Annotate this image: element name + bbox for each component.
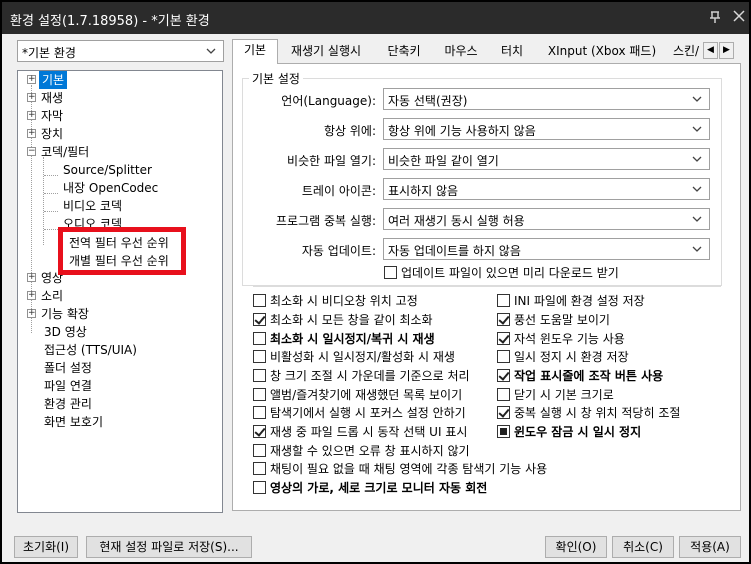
tree-item-file-association[interactable]: 파일 연결 — [44, 377, 194, 395]
settings-tree[interactable]: + 기본 + 재생 + 자막 + 장치 − 코덱/필터 Source/Split… — [17, 70, 223, 513]
preferences-window: 환경 설정(1.7.18958) - *기본 환경 *기본 환경 + 기본 + … — [0, 0, 751, 564]
option-minimize-fix-video-position[interactable]: 최소화 시 비디오창 위치 고정 — [253, 293, 493, 309]
option-chat-area-explorer[interactable]: 채팅이 필요 없을 때 채팅 영역에 각종 탐색기 기능 사용 — [253, 461, 653, 477]
option-save-to-ini[interactable]: INI 파일에 환경 설정 저장 — [497, 293, 717, 309]
expand-icon[interactable]: + — [27, 75, 36, 84]
tab-touch[interactable]: 터치 — [494, 41, 530, 63]
language-select[interactable]: 자동 선택(권장) — [383, 88, 710, 110]
close-icon[interactable] — [730, 10, 748, 26]
tree-item-screensaver[interactable]: 화면 보호기 — [44, 413, 194, 431]
apply-button[interactable]: 적용(A) — [679, 536, 741, 558]
option-minimize-all-windows[interactable]: 최소화 시 모든 창을 같이 최소화 — [253, 312, 493, 328]
tree-item-builtin-opencodec[interactable]: 내장 OpenCodec — [63, 179, 213, 197]
preset-value: *기본 환경 — [22, 46, 76, 60]
option-inactive-pause-resume[interactable]: 비활성화 시 일시정지/활성화 시 재생 — [253, 349, 493, 365]
expand-icon[interactable]: + — [27, 111, 36, 120]
chevron-down-icon — [691, 92, 703, 106]
tab-scroll-left-icon[interactable]: ◀ — [703, 42, 718, 59]
tree-item-folder-settings[interactable]: 폴더 설정 — [44, 359, 194, 377]
window-title: 환경 설정(1.7.18958) - *기본 환경 — [10, 14, 210, 29]
chevron-down-icon — [691, 182, 703, 196]
option-show-played-list[interactable]: 앨범/즐겨찾기에 재생했던 목록 보이기 — [253, 387, 493, 403]
expand-icon[interactable]: + — [27, 129, 36, 138]
option-resize-from-center[interactable]: 창 크기 조절 시 가운데를 기준으로 처리 — [253, 368, 493, 384]
tree-item-basic[interactable]: + 기본 — [27, 71, 147, 89]
option-minimize-pause-resume[interactable]: 최소화 시 일시정지/복귀 시 재생 — [253, 331, 493, 347]
tray-icon-select[interactable]: 표시하지 않음 — [383, 178, 710, 200]
option-auto-rotate-monitor[interactable]: 영상의 가로, 세로 크기로 모니터 자동 회전 — [253, 480, 653, 496]
preset-select[interactable]: *기본 환경 — [17, 40, 224, 62]
option-default-size-on-close[interactable]: 닫기 시 기본 크기로 — [497, 387, 717, 403]
cancel-button[interactable]: 취소(C) — [612, 536, 674, 558]
pin-icon[interactable] — [706, 10, 724, 26]
always-on-top-select[interactable]: 항상 위에 기능 사용하지 않음 — [383, 118, 710, 140]
multi-instance-label: 프로그램 중복 실행: — [276, 214, 376, 228]
tree-item-playback[interactable]: + 재생 — [27, 89, 177, 107]
divider — [253, 286, 721, 287]
ok-button[interactable]: 확인(O) — [545, 536, 607, 558]
tree-item-codec-filter[interactable]: − 코덱/필터 — [27, 143, 177, 161]
auto-update-label: 자동 업데이트: — [301, 244, 376, 258]
expand-icon[interactable]: + — [27, 93, 36, 102]
tab-on-launch[interactable]: 재생기 실행시 — [282, 41, 370, 63]
group-title: 기본 설정 — [249, 70, 303, 87]
reset-button[interactable]: 초기화(I) — [14, 536, 78, 558]
option-pause-on-lock[interactable]: 윈도우 잠금 시 일시 정지 — [497, 424, 717, 440]
update-predownload-checkbox[interactable]: 업데이트 파일이 있으면 미리 다운로드 받기 — [384, 265, 704, 281]
tab-mouse[interactable]: 마우스 — [438, 41, 484, 63]
chevron-down-icon — [691, 122, 703, 136]
similar-files-label: 비슷한 파일 열기: — [287, 154, 376, 168]
tab-scroll-right-icon[interactable]: ▶ — [719, 42, 734, 59]
always-on-top-label: 항상 위에: — [323, 124, 376, 138]
save-current-settings-button[interactable]: 현재 설정 파일로 저장(S)... — [86, 536, 252, 558]
tab-skin[interactable]: 스킨/ — [668, 41, 704, 63]
option-drop-action-ui[interactable]: 재생 중 파일 드롭 시 동작 선택 UI 표시 — [253, 424, 493, 440]
tab-bar: 기본 재생기 실행시 단축키 마우스 터치 XInput (Xbox 패드) 스… — [232, 39, 742, 64]
collapse-icon[interactable]: − — [27, 147, 36, 156]
tree-item-accessibility[interactable]: 접근성 (TTS/UIA) — [44, 341, 214, 359]
language-label: 언어(Language): — [281, 94, 376, 108]
option-hide-error-window[interactable]: 재생할 수 있으면 오류 창 표시하지 않기 — [253, 443, 553, 459]
chevron-down-icon — [205, 44, 217, 58]
tree-item-3d-video[interactable]: 3D 영상 — [44, 323, 194, 341]
tree-item-source-splitter[interactable]: Source/Splitter — [63, 161, 213, 179]
option-no-focus-from-explorer[interactable]: 탐색기에서 실행 시 포커스 설정 안하기 — [253, 405, 493, 421]
option-save-on-pause[interactable]: 일시 정지 시 환경 저장 — [497, 349, 717, 365]
tab-xinput[interactable]: XInput (Xbox 패드) — [540, 41, 664, 63]
option-adjust-window-position[interactable]: 중복 실행 시 창 위치 적당히 조절 — [497, 405, 727, 421]
title-bar: 환경 설정(1.7.18958) - *기본 환경 — [2, 2, 749, 34]
multi-instance-select[interactable]: 여러 재생기 동시 실행 허용 — [383, 208, 710, 230]
expand-icon[interactable]: + — [27, 273, 36, 282]
tree-item-audio[interactable]: + 소리 — [27, 287, 177, 305]
option-magnetic-window[interactable]: 자석 윈도우 기능 사용 — [497, 331, 717, 347]
tree-item-video-codec[interactable]: 비디오 코덱 — [63, 197, 213, 215]
tray-icon-label: 트레이 아이콘: — [301, 184, 376, 198]
tree-item-devices[interactable]: + 장치 — [27, 125, 177, 143]
auto-update-select[interactable]: 자동 업데이트를 하지 않음 — [383, 238, 710, 260]
tree-item-config-management[interactable]: 환경 관리 — [44, 395, 194, 413]
similar-files-select[interactable]: 비슷한 파일 같이 열기 — [383, 148, 710, 170]
tree-item-subtitles[interactable]: + 자막 — [27, 107, 177, 125]
tree-item-global-filter-priority[interactable]: 전역 필터 우선 순위 — [69, 234, 169, 251]
expand-icon[interactable]: + — [27, 291, 36, 300]
chevron-down-icon — [691, 242, 703, 256]
tree-item-individual-filter-priority[interactable]: 개별 필터 우선 순위 — [69, 252, 169, 269]
highlight-annotation: 전역 필터 우선 순위 개별 필터 우선 순위 — [58, 227, 186, 275]
expand-icon[interactable]: + — [27, 309, 36, 318]
tab-shortcuts[interactable]: 단축키 — [378, 41, 430, 63]
chevron-down-icon — [691, 212, 703, 226]
chevron-down-icon — [691, 152, 703, 166]
option-show-balloon-help[interactable]: 풍선 도움말 보이기 — [497, 312, 717, 328]
tab-basic[interactable]: 기본 — [232, 39, 278, 64]
option-taskbar-buttons[interactable]: 작업 표시줄에 조작 버튼 사용 — [497, 368, 717, 384]
tree-item-extensions[interactable]: + 기능 확장 — [27, 305, 177, 323]
